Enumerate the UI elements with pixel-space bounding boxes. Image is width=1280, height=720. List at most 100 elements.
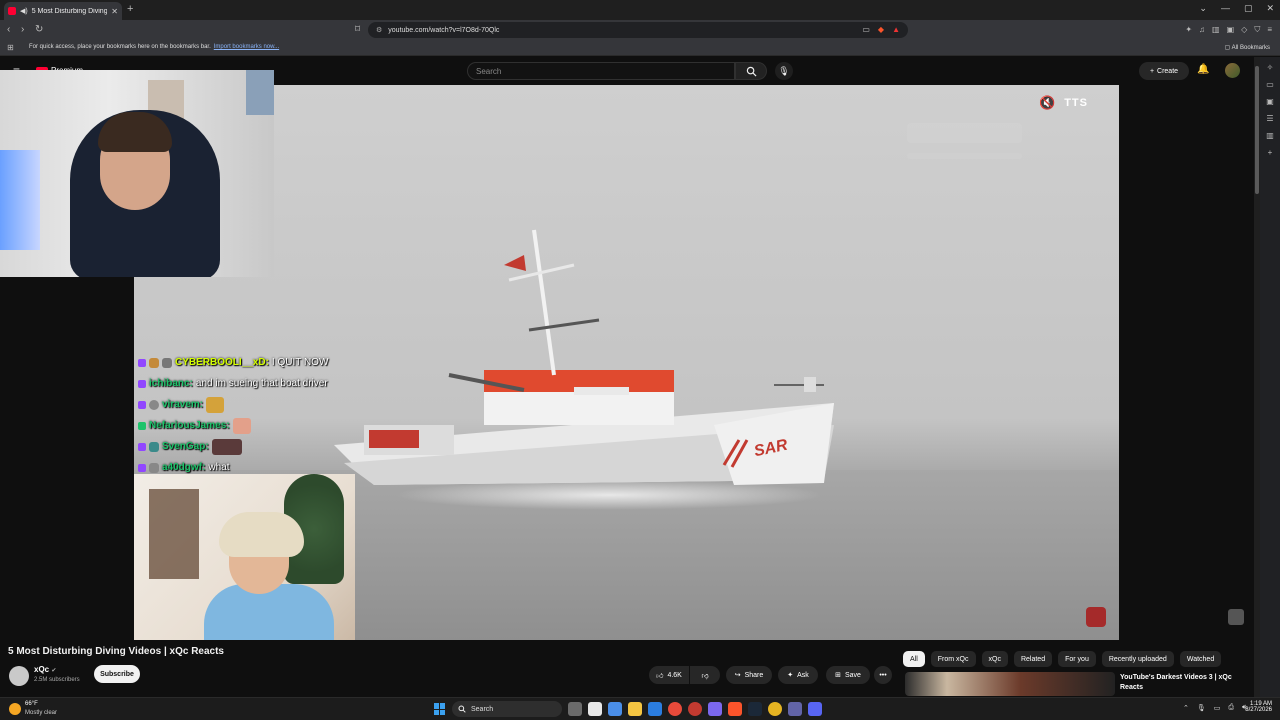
overlay-placeholder-line xyxy=(907,153,1022,159)
sidebar-chat-icon[interactable]: ▭ xyxy=(1266,80,1274,89)
more-actions-button[interactable]: ••• xyxy=(874,666,892,684)
stream-overlay-logo-icon xyxy=(1086,607,1106,627)
weather-moon-icon[interactable] xyxy=(9,703,21,715)
all-bookmarks-button[interactable]: ▢ All Bookmarks xyxy=(1225,44,1270,51)
notifications-bell-icon[interactable]: 🔔 xyxy=(1197,64,1209,75)
cast-icon[interactable]: ▭ xyxy=(862,25,870,34)
bookmarks-bar: ⊞ For quick access, place your bookmarks… xyxy=(0,40,1280,56)
reload-icon[interactable]: ↻ xyxy=(35,24,43,35)
calendar-app-icon[interactable] xyxy=(588,702,602,716)
sparkle-icon: ✦ xyxy=(787,672,794,679)
channel-avatar[interactable] xyxy=(9,666,29,686)
menu-icon[interactable]: ≡ xyxy=(1267,25,1272,35)
mail-icon[interactable] xyxy=(648,702,662,716)
chip-related[interactable]: Related xyxy=(1013,651,1053,667)
recommended-video-thumbnail[interactable] xyxy=(905,672,1115,696)
address-bar[interactable]: ⚙ youtube.com/watch?v=l7O8d-70Qlc ▭ ◆ ▲ xyxy=(368,22,908,38)
sidebar-bookmarks-icon[interactable]: ▥ xyxy=(1266,131,1274,140)
tray-overflow-icon[interactable]: ⌃ xyxy=(1183,704,1189,712)
sidebar-reading-list-icon[interactable]: ☰ xyxy=(1266,114,1273,123)
webcam-wall-poster-2 xyxy=(246,70,274,115)
back-icon[interactable]: ‹ xyxy=(7,24,10,35)
tts-label: TTS xyxy=(1064,97,1088,109)
tablet-tray-icon[interactable]: ▭ xyxy=(1214,704,1221,712)
sidebar-leo-icon[interactable]: ✧ xyxy=(1267,63,1274,72)
recommended-video-title[interactable]: YouTube's Darkest Videos 3 | xQc Reacts xyxy=(1120,673,1240,693)
copilot-icon[interactable] xyxy=(608,702,622,716)
extensions-icon[interactable]: ✦ xyxy=(1185,25,1192,35)
plus-icon: + xyxy=(1149,67,1155,75)
scrollbar-thumb[interactable] xyxy=(1255,66,1259,194)
task-view-icon[interactable] xyxy=(568,702,582,716)
windows-start-icon[interactable] xyxy=(434,703,446,715)
site-info-icon[interactable]: ⚙ xyxy=(376,26,382,34)
chrome-icon[interactable] xyxy=(668,702,682,716)
chip-all[interactable]: All xyxy=(903,651,925,667)
channel-name[interactable]: xQc ✔ xyxy=(34,665,56,674)
badge-icon xyxy=(149,399,159,410)
chip-watched[interactable]: Watched xyxy=(1179,651,1222,667)
sidebar-add-icon[interactable]: + xyxy=(1268,148,1273,157)
close-window-icon[interactable]: ✕ xyxy=(1266,3,1274,14)
subscribe-button[interactable]: Subscribe xyxy=(94,665,140,683)
network-icon[interactable]: ⎙ xyxy=(1228,704,1234,712)
search-icon xyxy=(746,66,757,77)
browser-tab[interactable]: ◀) 5 Most Disturbing Diving Videos | xQc… xyxy=(4,2,122,20)
floating-app-icon[interactable] xyxy=(1228,609,1244,625)
share-label: Share xyxy=(744,671,764,679)
voice-search-button[interactable]: 🎙 xyxy=(775,62,793,80)
teams-icon[interactable] xyxy=(788,702,802,716)
sidebar-icon[interactable]: ▥ xyxy=(1212,25,1220,35)
thumbs-up-icon: 👍︎ xyxy=(656,672,664,680)
badge-icon xyxy=(149,462,159,473)
search-input[interactable]: Search xyxy=(467,62,735,80)
badge-icon xyxy=(149,357,159,368)
chat-message: NefariousJames: xyxy=(138,415,378,436)
brave-browser-icon[interactable] xyxy=(728,702,742,716)
search-button[interactable] xyxy=(735,62,767,80)
bookmarks-message: For quick access, place your bookmarks h… xyxy=(29,44,279,50)
vpn-icon[interactable]: ◇ xyxy=(1241,25,1247,35)
account-avatar[interactable] xyxy=(1225,63,1240,78)
chip-xqc[interactable]: xQc xyxy=(981,651,1008,667)
mic-tray-icon[interactable]: 🎙︎ xyxy=(1197,704,1206,712)
forward-icon[interactable]: › xyxy=(21,24,24,35)
ask-button[interactable]: ✦ Ask xyxy=(778,666,818,684)
twitch-badge-icon xyxy=(138,400,146,409)
create-button[interactable]: + Create xyxy=(1139,62,1189,80)
discord-icon[interactable] xyxy=(808,702,822,716)
channel-name-text: xQc xyxy=(34,665,50,674)
steam-icon[interactable] xyxy=(748,702,762,716)
music-icon[interactable]: ♫ xyxy=(1199,25,1205,35)
save-button[interactable]: ⊞ Save xyxy=(826,666,870,684)
create-label: Create xyxy=(1157,67,1179,75)
import-bookmarks-link[interactable]: Import bookmarks now... xyxy=(214,44,279,50)
like-button[interactable]: 👍︎ 4.6K xyxy=(649,666,689,684)
chip-recently-uploaded[interactable]: Recently uploaded xyxy=(1101,651,1174,667)
chip-for-you[interactable]: For you xyxy=(1058,651,1096,667)
sidebar-wallet-icon[interactable]: ▣ xyxy=(1266,97,1274,106)
bookmark-page-icon[interactable]: ⌑ xyxy=(355,24,360,35)
tab-search-icon[interactable]: ⌄ xyxy=(1199,3,1207,14)
brave-rewards-icon[interactable]: ▲ xyxy=(892,25,900,34)
weather-temperature[interactable]: 66°F xyxy=(25,701,38,707)
brave-shields-icon[interactable]: ◆ xyxy=(878,25,884,34)
system-clock[interactable]: 1:19 AM 8/27/2026 xyxy=(1238,701,1272,713)
wallet-icon[interactable]: ▣ xyxy=(1227,25,1235,35)
chip-from-xqc[interactable]: From xQc xyxy=(930,651,976,667)
shield-icon[interactable]: ⛉ xyxy=(1254,25,1260,35)
minimize-icon[interactable]: — xyxy=(1221,3,1230,14)
app-icon-2[interactable] xyxy=(768,702,782,716)
maximize-icon[interactable]: ▢ xyxy=(1244,3,1253,14)
apps-icon[interactable]: ⊞ xyxy=(7,43,14,52)
webcam-background-light xyxy=(0,150,40,250)
audio-playing-icon[interactable]: ◀) xyxy=(20,7,28,15)
share-button[interactable]: ↪ Share xyxy=(726,666,772,684)
app-icon[interactable] xyxy=(688,702,702,716)
new-tab-icon[interactable]: + xyxy=(127,3,133,15)
file-explorer-icon[interactable] xyxy=(628,702,642,716)
taskbar-search[interactable]: Search xyxy=(452,701,562,717)
vpn-app-icon[interactable] xyxy=(708,702,722,716)
close-tab-icon[interactable]: ✕ xyxy=(111,7,118,16)
dislike-button[interactable]: 👎︎ xyxy=(690,666,720,684)
